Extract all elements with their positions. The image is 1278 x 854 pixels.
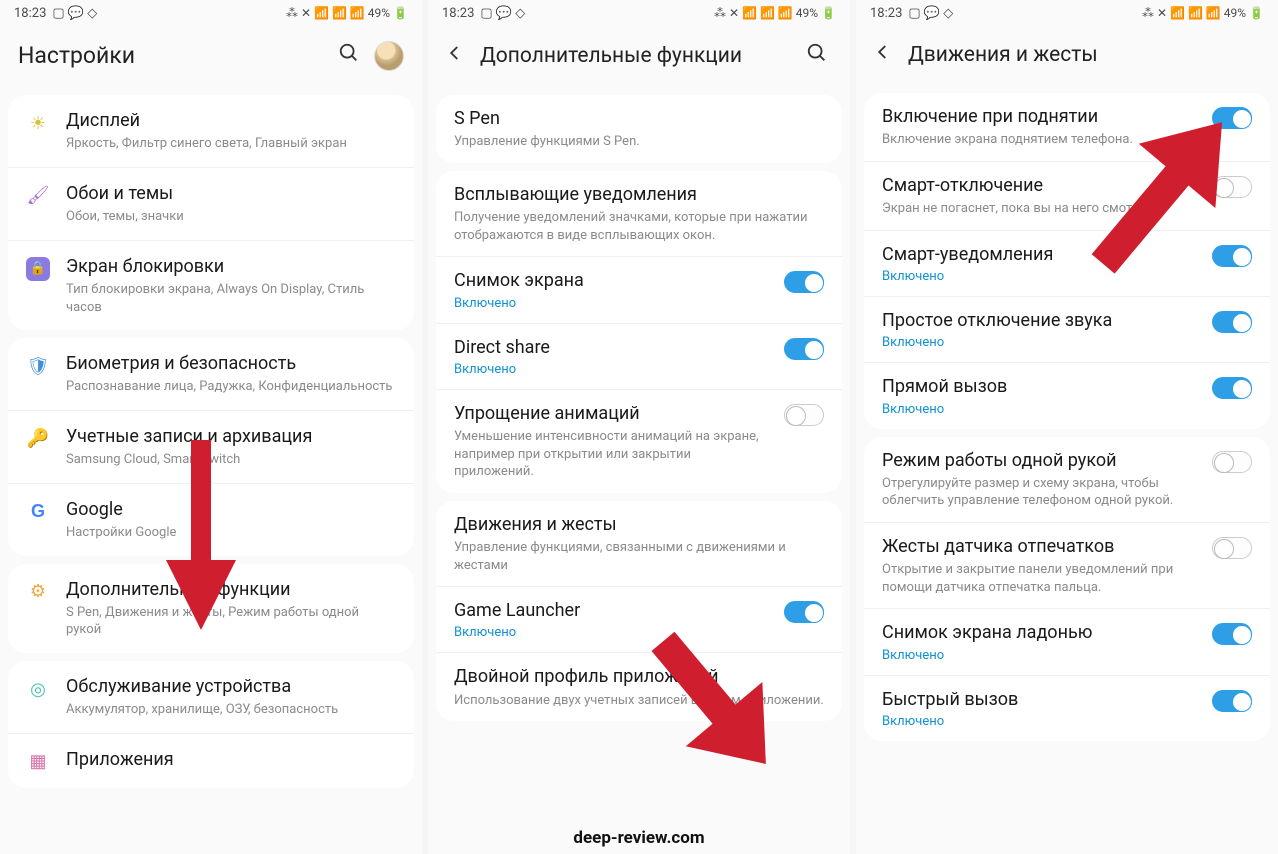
toggle-direct-share[interactable] (784, 338, 824, 360)
settings-item-advanced[interactable]: ⚙ Дополнительные функции S Pen, Движения… (8, 564, 414, 653)
settings-item-devicecare[interactable]: ◎ Обслуживание устройства Аккумулятор, х… (8, 661, 414, 733)
toggle-quick-call[interactable] (1212, 690, 1252, 712)
status-left-icons: ▢ 💬 ◇ (480, 6, 525, 21)
watermark: deep-review.com (573, 828, 704, 848)
item-dual-messenger[interactable]: Двойной профиль приложений Использование… (436, 652, 842, 721)
item-smart-alert[interactable]: Смарт-уведомления Включено (864, 230, 1270, 296)
device-care-icon: ◎ (26, 677, 50, 701)
back-button[interactable] (874, 38, 898, 71)
google-icon: G (26, 500, 50, 524)
header-advanced: Дополнительные функции (428, 26, 850, 91)
toggle-smart-stay[interactable] (1212, 176, 1252, 198)
item-fingerprint-gestures[interactable]: Жесты датчика отпечатков Открытие и закр… (864, 522, 1270, 608)
status-time: 18:23 (14, 6, 46, 21)
toggle-reduce-animations[interactable] (784, 404, 824, 426)
status-bar: 18:23 ▢ 💬 ◇ ⁂ ✕ 📶 📶 📶 49% 🔋 (0, 0, 422, 26)
phone-screen-settings: 18:23 ▢ 💬 ◇ ⁂ ✕ 📶 📶 📶 49% 🔋 Настройки ☀ … (0, 0, 422, 854)
settings-item-google[interactable]: G Google Настройки Google (8, 483, 414, 556)
toggle-fingerprint-gestures[interactable] (1212, 537, 1252, 559)
status-time: 18:23 (870, 6, 902, 21)
search-icon[interactable] (802, 38, 832, 73)
settings-item-display[interactable]: ☀ Дисплей Яркость, Фильтр синего света, … (8, 95, 414, 167)
item-motions-gestures[interactable]: Движения и жесты Управление функциями, с… (436, 501, 842, 586)
toggle-screenshot[interactable] (784, 271, 824, 293)
item-direct-share[interactable]: Direct share Включено (436, 323, 842, 389)
toggle-lift-to-wake[interactable] (1212, 107, 1252, 129)
toggle-smart-alert[interactable] (1212, 245, 1252, 267)
gear-icon: ⚙ (26, 580, 50, 604)
status-right: ⁂ ✕ 📶 📶 📶 49% 🔋 (714, 6, 836, 20)
item-quick-call[interactable]: Быстрый вызов Включено (864, 675, 1270, 741)
item-game-launcher[interactable]: Game Launcher Включено (436, 586, 842, 652)
search-icon[interactable] (334, 38, 364, 73)
item-one-handed[interactable]: Режим работы одной рукой Отрегулируйте р… (864, 437, 1270, 522)
apps-icon: ▦ (26, 750, 50, 774)
status-time: 18:23 (442, 6, 474, 21)
avatar[interactable] (374, 41, 404, 71)
display-icon: ☀ (26, 111, 50, 135)
page-title: Дополнительные функции (480, 44, 792, 68)
key-icon: 🔑 (26, 427, 50, 451)
brush-icon: 🖌 (26, 184, 50, 208)
toggle-game-launcher[interactable] (784, 601, 824, 623)
status-left-icons: ▢ 💬 ◇ (908, 6, 953, 21)
status-right: ⁂ ✕ 📶 📶 📶 49% 🔋 (1142, 6, 1264, 20)
item-palm-swipe[interactable]: Снимок экрана ладонью Включено (864, 608, 1270, 674)
settings-item-lockscreen[interactable]: 🔒 Экран блокировки Тип блокировки экрана… (8, 240, 414, 330)
phone-screen-motions: 18:23 ▢ 💬 ◇ ⁂ ✕ 📶 📶 📶 49% 🔋 Движения и ж… (856, 0, 1278, 854)
item-easy-mute[interactable]: Простое отключение звука Включено (864, 296, 1270, 362)
toggle-palm-swipe[interactable] (1212, 623, 1252, 645)
item-s-pen[interactable]: S Pen Управление функциями S Pen. (436, 95, 842, 163)
settings-item-wallpapers[interactable]: 🖌 Обои и темы Обои, темы, значки (8, 167, 414, 240)
settings-list: ☀ Дисплей Яркость, Фильтр синего света, … (0, 91, 422, 854)
item-screenshot[interactable]: Снимок экрана Включено (436, 256, 842, 322)
status-left-icons: ▢ 💬 ◇ (52, 6, 97, 21)
shield-icon: 🛡 (26, 354, 50, 378)
page-title: Настройки (18, 42, 324, 69)
item-reduce-animations[interactable]: Упрощение анимаций Уменьшение интенсивно… (436, 389, 842, 493)
status-bar: 18:23 ▢ 💬 ◇ ⁂ ✕ 📶 📶 📶 49% 🔋 (856, 0, 1278, 26)
item-popup-notifications[interactable]: Всплывающие уведомления Получение уведом… (436, 171, 842, 256)
toggle-easy-mute[interactable] (1212, 311, 1252, 333)
toggle-direct-call[interactable] (1212, 377, 1252, 399)
lock-icon: 🔒 (26, 257, 50, 281)
back-button[interactable] (446, 39, 470, 72)
settings-item-apps[interactable]: ▦ Приложения (8, 733, 414, 788)
item-smart-stay[interactable]: Смарт-отключение Экран не погаснет, пока… (864, 161, 1270, 230)
status-right: ⁂ ✕ 📶 📶 📶 49% 🔋 (286, 6, 408, 20)
item-lift-to-wake[interactable]: Включение при поднятии Включение экрана … (864, 93, 1270, 161)
header-motions: Движения и жесты (856, 26, 1278, 89)
settings-item-accounts[interactable]: 🔑 Учетные записи и архивация Samsung Clo… (8, 410, 414, 483)
settings-item-biometrics[interactable]: 🛡 Биометрия и безопасность Распознавание… (8, 338, 414, 410)
status-bar: 18:23 ▢ 💬 ◇ ⁂ ✕ 📶 📶 📶 49% 🔋 (428, 0, 850, 26)
item-direct-call[interactable]: Прямой вызов Включено (864, 362, 1270, 428)
phone-screen-advanced: 18:23 ▢ 💬 ◇ ⁂ ✕ 📶 📶 📶 49% 🔋 Дополнительн… (428, 0, 850, 854)
toggle-one-handed[interactable] (1212, 451, 1252, 473)
page-title: Движения и жесты (908, 43, 1260, 67)
header-settings: Настройки (0, 26, 422, 91)
